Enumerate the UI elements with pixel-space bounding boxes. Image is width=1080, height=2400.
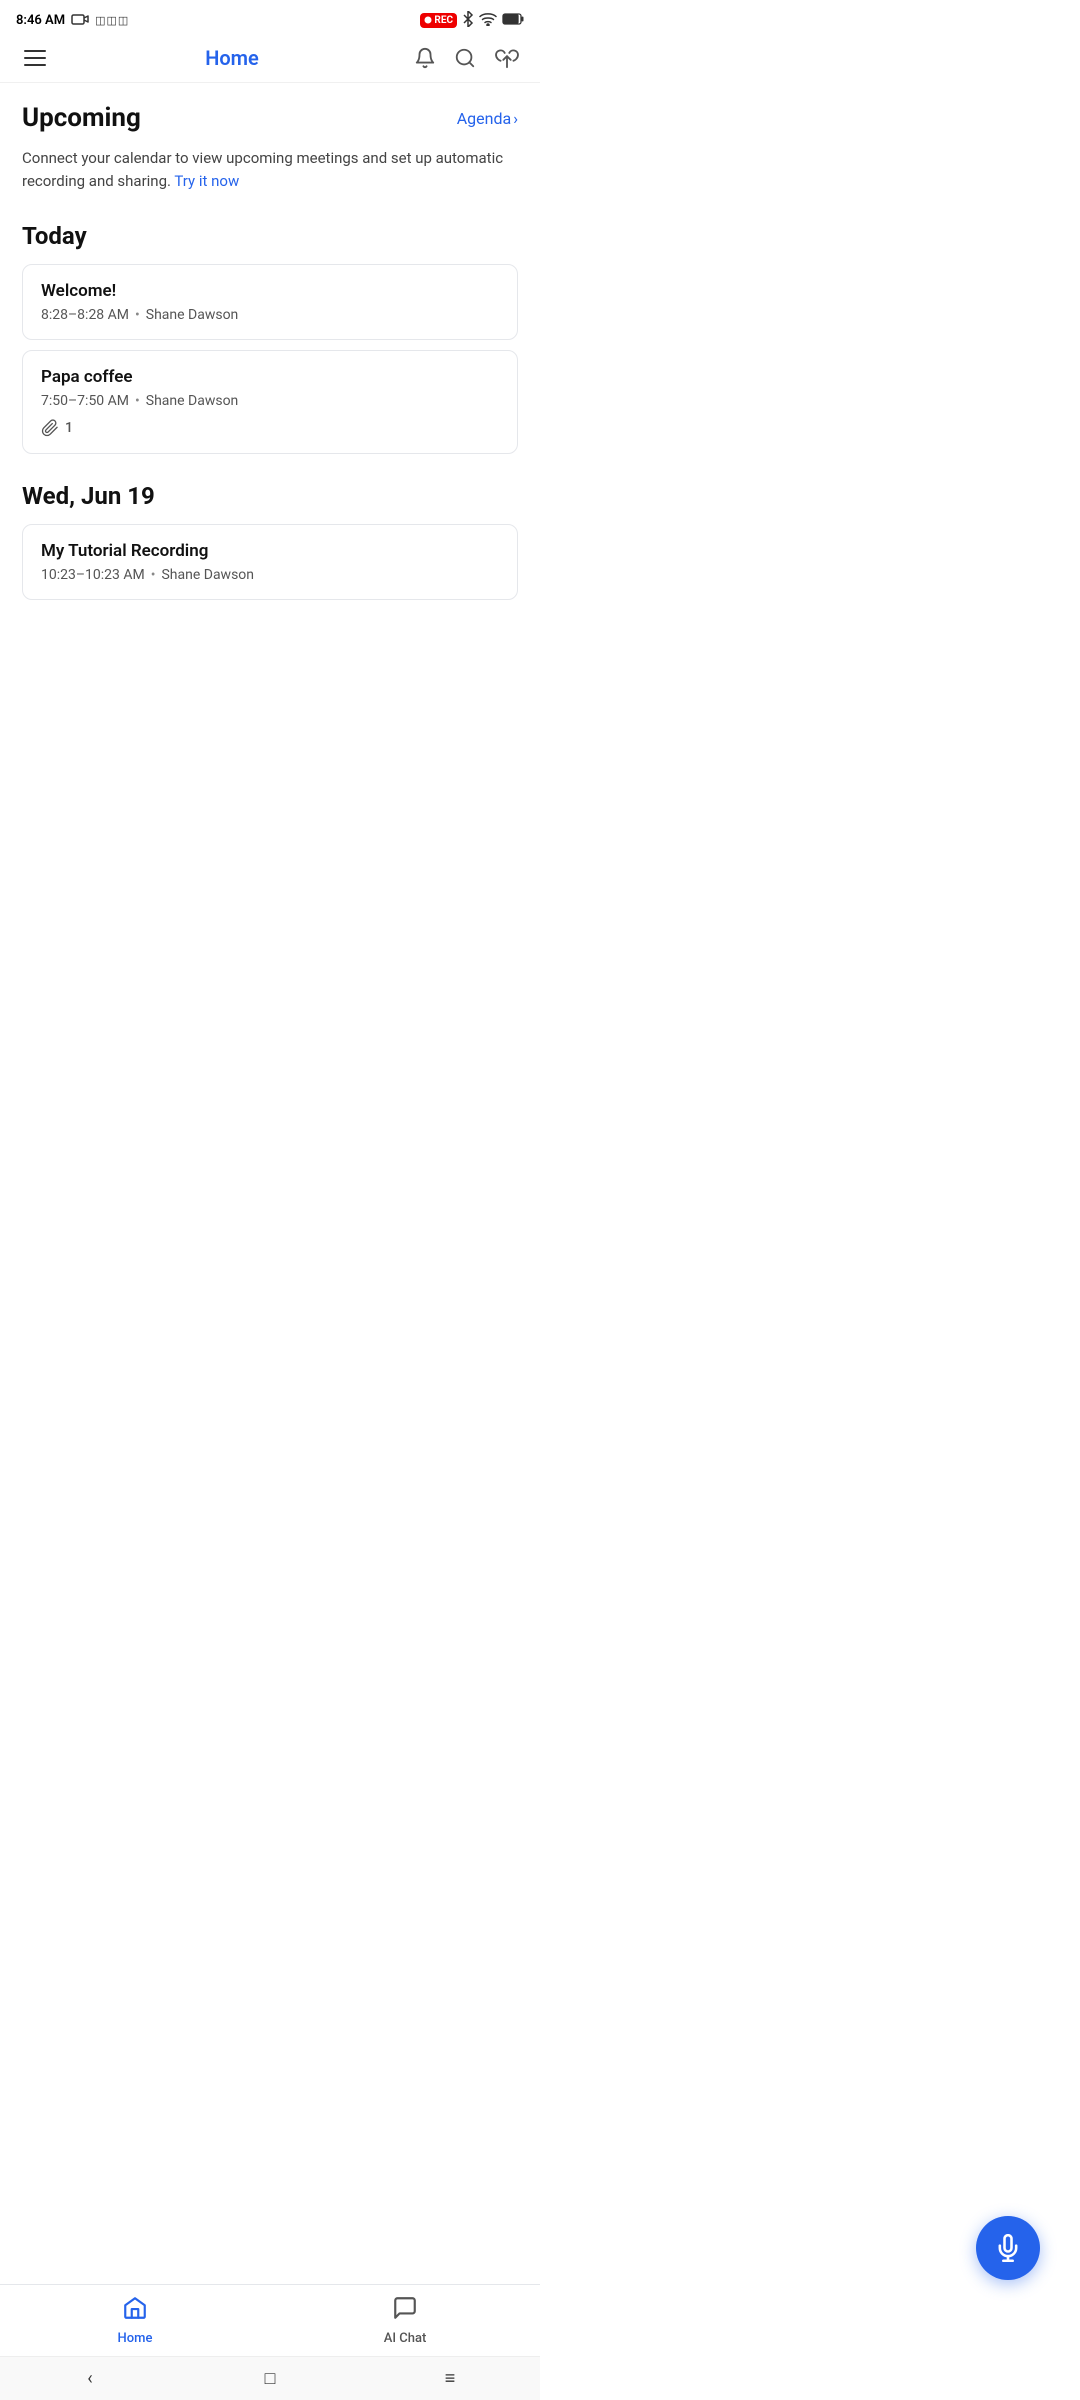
nav-title: Home: [205, 46, 259, 70]
upcoming-description: Connect your calendar to view upcoming m…: [22, 147, 518, 194]
notification-button[interactable]: [414, 47, 436, 69]
meeting-meta-papa-coffee: 7:50–7:50 AM • Shane Dawson: [41, 393, 499, 409]
bottom-nav-ai-chat-label: AI Chat: [384, 2331, 427, 2346]
bottom-nav-home-label: Home: [118, 2331, 153, 2346]
rec-badge: REC: [420, 13, 457, 28]
meeting-host-welcome: Shane Dawson: [146, 307, 239, 323]
separator: •: [135, 393, 140, 409]
status-right: REC: [420, 11, 524, 30]
meeting-title-welcome: Welcome!: [41, 281, 499, 301]
clip-icon: [41, 419, 59, 437]
meeting-card-papa-coffee[interactable]: Papa coffee 7:50–7:50 AM • Shane Dawson …: [22, 350, 518, 454]
meeting-host-papa-coffee: Shane Dawson: [146, 393, 239, 409]
agenda-link[interactable]: Agenda ›: [457, 109, 518, 128]
battery-icon: [502, 13, 524, 28]
main-content: Upcoming Agenda › Connect your calendar …: [0, 83, 540, 728]
android-home-button[interactable]: □: [250, 2359, 290, 2399]
meeting-title-papa-coffee: Papa coffee: [41, 367, 499, 387]
search-button[interactable]: [454, 47, 476, 69]
meeting-time-papa-coffee: 7:50–7:50 AM: [41, 393, 129, 409]
android-back-button[interactable]: ‹: [70, 2359, 110, 2399]
fab-record-button[interactable]: [976, 2216, 1040, 2280]
meeting-host-tutorial: Shane Dawson: [161, 567, 254, 583]
top-nav: Home: [0, 36, 540, 83]
bottom-nav-home[interactable]: Home: [0, 2287, 270, 2354]
signal-icon: ◫◫◫: [95, 14, 129, 27]
bottom-nav-ai-chat[interactable]: AI Chat: [270, 2287, 540, 2354]
today-section: Today Welcome! 8:28–8:28 AM • Shane Daws…: [22, 222, 518, 454]
wed-jun19-title: Wed, Jun 19: [22, 482, 518, 510]
upcoming-section: Upcoming Agenda › Connect your calendar …: [22, 103, 518, 194]
menu-notification-dot: [30, 46, 52, 48]
status-bar: 8:46 AM ◫◫◫ REC: [0, 0, 540, 36]
android-menu-button[interactable]: ≡: [430, 2359, 470, 2399]
meeting-card-welcome[interactable]: Welcome! 8:28–8:28 AM • Shane Dawson: [22, 264, 518, 340]
upload-button[interactable]: [494, 47, 520, 69]
meeting-time-tutorial: 10:23–10:23 AM: [41, 567, 145, 583]
wed-jun19-section: Wed, Jun 19 My Tutorial Recording 10:23–…: [22, 482, 518, 600]
upcoming-header: Upcoming Agenda ›: [22, 103, 518, 133]
bluetooth-icon: [462, 11, 474, 30]
meeting-time-welcome: 8:28–8:28 AM: [41, 307, 129, 323]
status-left: 8:46 AM ◫◫◫: [16, 13, 129, 28]
separator: •: [151, 567, 156, 583]
home-icon: [122, 2295, 148, 2327]
status-time: 8:46 AM: [16, 13, 65, 28]
separator: •: [135, 307, 140, 323]
ai-chat-icon: [392, 2295, 418, 2327]
meeting-meta-welcome: 8:28–8:28 AM • Shane Dawson: [41, 307, 499, 323]
meeting-card-tutorial[interactable]: My Tutorial Recording 10:23–10:23 AM • S…: [22, 524, 518, 600]
today-title: Today: [22, 222, 518, 250]
meeting-title-tutorial: My Tutorial Recording: [41, 541, 499, 561]
meeting-clips-row: 1: [41, 419, 499, 437]
wifi-icon: [479, 12, 497, 29]
camera-icon: [71, 13, 89, 28]
clip-count-papa-coffee: 1: [65, 420, 73, 436]
try-it-now-link[interactable]: Try it now: [174, 172, 239, 190]
meeting-meta-tutorial: 10:23–10:23 AM • Shane Dawson: [41, 567, 499, 583]
upcoming-title: Upcoming: [22, 103, 141, 133]
android-nav-bar: ‹ □ ≡: [0, 2356, 540, 2400]
nav-icons: [414, 47, 520, 69]
bottom-nav: Home AI Chat: [0, 2284, 540, 2356]
menu-button[interactable]: [20, 46, 50, 70]
